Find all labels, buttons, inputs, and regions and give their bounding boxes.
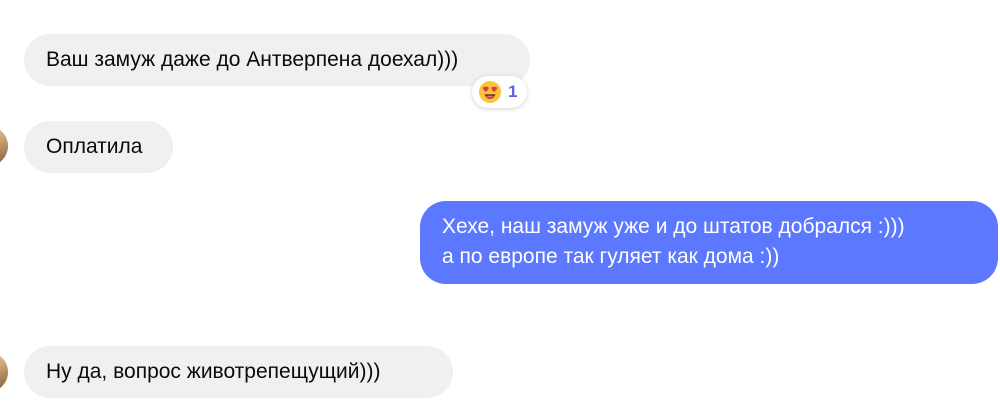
message-text-line: а по европе так гуляет как дома :)) [442,245,780,268]
avatar-image [0,126,8,166]
sender-avatar[interactable] [0,352,8,392]
message-text: Оплатила [46,135,143,158]
heart-eyes-emoji-icon [479,81,501,103]
message-text-line: Хехе, наш замуж уже и до штатов добрался… [442,215,905,238]
sender-avatar[interactable] [0,126,8,166]
message-bubble-outgoing[interactable]: Хехе, наш замуж уже и до штатов добрался… [420,201,998,284]
message-bubble-incoming[interactable]: Оплатила [24,121,173,173]
reaction-count: 1 [508,82,518,101]
message-bubble-incoming[interactable]: Ваш замуж даже до Антверпена доехал))) [24,34,530,86]
message-reaction[interactable]: 1 [472,76,528,108]
message-text: Ну да, вопрос животрепещущий))) [46,360,381,383]
message-bubble-incoming[interactable]: Ну да, вопрос животрепещущий))) [24,346,453,398]
avatar-image [0,352,8,392]
message-text: Ваш замуж даже до Антверпена доехал))) [46,48,459,71]
